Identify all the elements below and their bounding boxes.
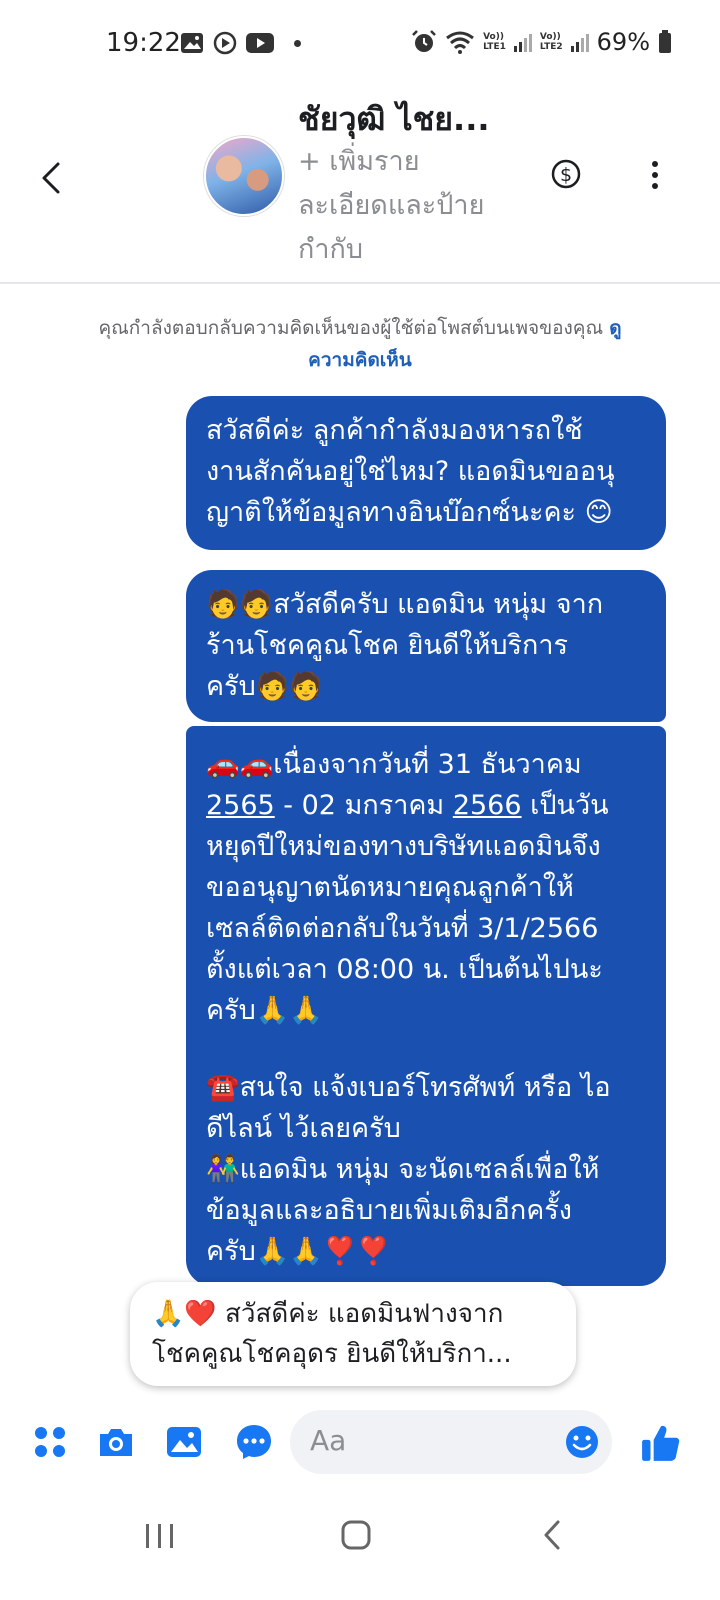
avatar[interactable] bbox=[204, 136, 284, 216]
wifi-icon bbox=[446, 31, 474, 54]
message-line: ข้อมูลและอธิบายเพิ่มเติมอีกครั้ง bbox=[206, 1195, 572, 1226]
signal-icon-2 bbox=[570, 32, 589, 52]
sim1-volte: Vo)) bbox=[483, 32, 504, 42]
apps-grid-icon[interactable] bbox=[30, 1422, 70, 1462]
signal-icon bbox=[513, 32, 532, 52]
gallery-icon[interactable] bbox=[164, 1422, 204, 1462]
message-input-placeholder: Aa bbox=[310, 1424, 347, 1457]
emoji-icon[interactable] bbox=[564, 1424, 600, 1460]
reply-notice: คุณกำลังตอบกลับความคิดเห็นของผู้ใช้ต่อโพ… bbox=[80, 312, 640, 376]
back-nav-icon[interactable] bbox=[524, 1512, 584, 1562]
more-options-icon[interactable] bbox=[650, 160, 660, 190]
subtitle-line: + เพิ่มราย bbox=[298, 146, 420, 177]
youtube-icon bbox=[246, 33, 274, 53]
message-line: ☎️สนใจ แจ้งเบอร์โทรศัพท์ หรือ ไอ bbox=[206, 1072, 611, 1103]
sim2-lte: LTE2 bbox=[539, 42, 563, 52]
notice-text: คุณกำลังตอบกลับความคิดเห็นของผู้ใช้ต่อโพ… bbox=[98, 317, 604, 339]
status-right: Vo)) LTE1 Vo)) LTE2 69% bbox=[411, 28, 672, 56]
message-line: ร้านโชคคูณโชค ยินดีให้บริการ bbox=[206, 630, 569, 661]
sim2-volte: Vo)) bbox=[539, 32, 561, 42]
status-bar: 19:22 Vo)) LTE1 Vo)) LTE2 69% bbox=[0, 0, 720, 88]
back-arrow-icon[interactable] bbox=[36, 158, 68, 198]
message-line: งานสักคันอยู่ใช่ไหม? แอดมินขออนุ bbox=[206, 456, 615, 487]
dollar-icon[interactable]: $ bbox=[550, 158, 582, 190]
message-text: เป็นวัน bbox=[521, 790, 609, 821]
message-line: สวัสดีค่ะ ลูกค้ากำลังมองหารถใช้ bbox=[206, 415, 583, 446]
message-line: ญาติให้ข้อมูลทางอินบ๊อกซ์นะคะ 😊 bbox=[206, 497, 613, 528]
alarm-icon bbox=[412, 30, 436, 52]
add-details-link[interactable]: + เพิ่มราย ละเอียดและป้าย กำกับ bbox=[298, 140, 528, 272]
message-line: ครับ🙏🙏 bbox=[206, 995, 323, 1026]
notification-dot bbox=[294, 39, 301, 47]
battery-icon bbox=[659, 30, 671, 53]
message-line: 🧑🧑สวัสดีครับ แอดมิน หนุ่ม จาก bbox=[206, 589, 604, 620]
composer-bar: Aa bbox=[0, 1400, 720, 1486]
message-line: 👫แอดมิน หนุ่ม จะนัดเซลล์เพื่อให้ bbox=[206, 1154, 600, 1185]
thumbs-up-icon[interactable] bbox=[640, 1422, 682, 1464]
gallery-icon bbox=[181, 33, 203, 53]
message-bubble[interactable]: 🚗🚗เนื่องจากวันที่ 31 ธันวาคม 2565 - 02 ม… bbox=[186, 726, 666, 1286]
status-time: 19:22 bbox=[106, 28, 181, 58]
message-line: 🚗🚗เนื่องจากวันที่ 31 ธันวาคม bbox=[206, 749, 582, 780]
home-icon[interactable] bbox=[326, 1512, 386, 1562]
message-line: ตั้งแต่เวลา 08:00 น. เป็นต้นไปนะ bbox=[206, 954, 603, 985]
message-input[interactable]: Aa bbox=[290, 1410, 612, 1474]
message-line: เซลล์ติดต่อกลับในวันที่ 3/1/2566 bbox=[206, 913, 599, 944]
suggestion-line: 🙏❤️ สวัสดีค่ะ แอดมินฟางจาก bbox=[152, 1299, 504, 1329]
message-line: 2565 - 02 มกราคม 2566 เป็นวัน bbox=[206, 785, 646, 826]
message-bubble[interactable]: 🧑🧑สวัสดีครับ แอดมิน หนุ่ม จาก ร้านโชคคูณ… bbox=[186, 570, 666, 722]
suggestion-line: โชคคูณโชคอุดร ยินดีให้บริกา... bbox=[152, 1339, 512, 1369]
message-line: ครับ🧑🧑 bbox=[206, 671, 323, 702]
subtitle-line: ละเอียดและป้าย bbox=[298, 190, 485, 221]
message-line: ขออนุญาตนัดหมายคุณลูกค้าให้ bbox=[206, 872, 574, 903]
sim1-label: Vo)) LTE1 bbox=[483, 32, 506, 52]
message-line: ครับ🙏🙏❣️❣️ bbox=[206, 1236, 391, 1267]
status-left-icons bbox=[180, 30, 301, 56]
message-line: ดีไลน์ ไว้เลยครับ bbox=[206, 1113, 401, 1144]
date-link[interactable]: 2566 bbox=[453, 790, 522, 821]
battery-percent: 69% bbox=[596, 28, 650, 56]
messenger-chat-icon[interactable] bbox=[234, 1422, 274, 1462]
message-line: หยุดปีใหม่ของทางบริษัทแอดมินจึง bbox=[206, 831, 601, 862]
date-link[interactable]: 2565 bbox=[206, 790, 275, 821]
chat-header: ชัยวุฒิ ไชย... + เพิ่มราย ละเอียดและป้าย… bbox=[0, 88, 720, 284]
system-nav-bar bbox=[0, 1490, 720, 1600]
sim2-label: Vo)) LTE2 bbox=[540, 32, 563, 52]
subtitle-line: กำกับ bbox=[298, 234, 363, 265]
message-spacer bbox=[206, 1031, 646, 1067]
camera-icon[interactable] bbox=[96, 1422, 136, 1462]
recent-apps-icon[interactable] bbox=[130, 1512, 190, 1562]
svg-text:$: $ bbox=[560, 164, 572, 186]
message-bubble[interactable]: สวัสดีค่ะ ลูกค้ากำลังมองหารถใช้ งานสักคั… bbox=[186, 396, 666, 550]
message-text: - 02 มกราคม bbox=[274, 790, 453, 821]
sim1-lte: LTE1 bbox=[483, 42, 506, 52]
saved-reply-suggestion[interactable]: 🙏❤️ สวัสดีค่ะ แอดมินฟางจาก โชคคูณโชคอุดร… bbox=[130, 1282, 576, 1386]
screen-record-icon bbox=[213, 31, 237, 55]
contact-name[interactable]: ชัยวุฒิ ไชย... bbox=[298, 94, 490, 145]
